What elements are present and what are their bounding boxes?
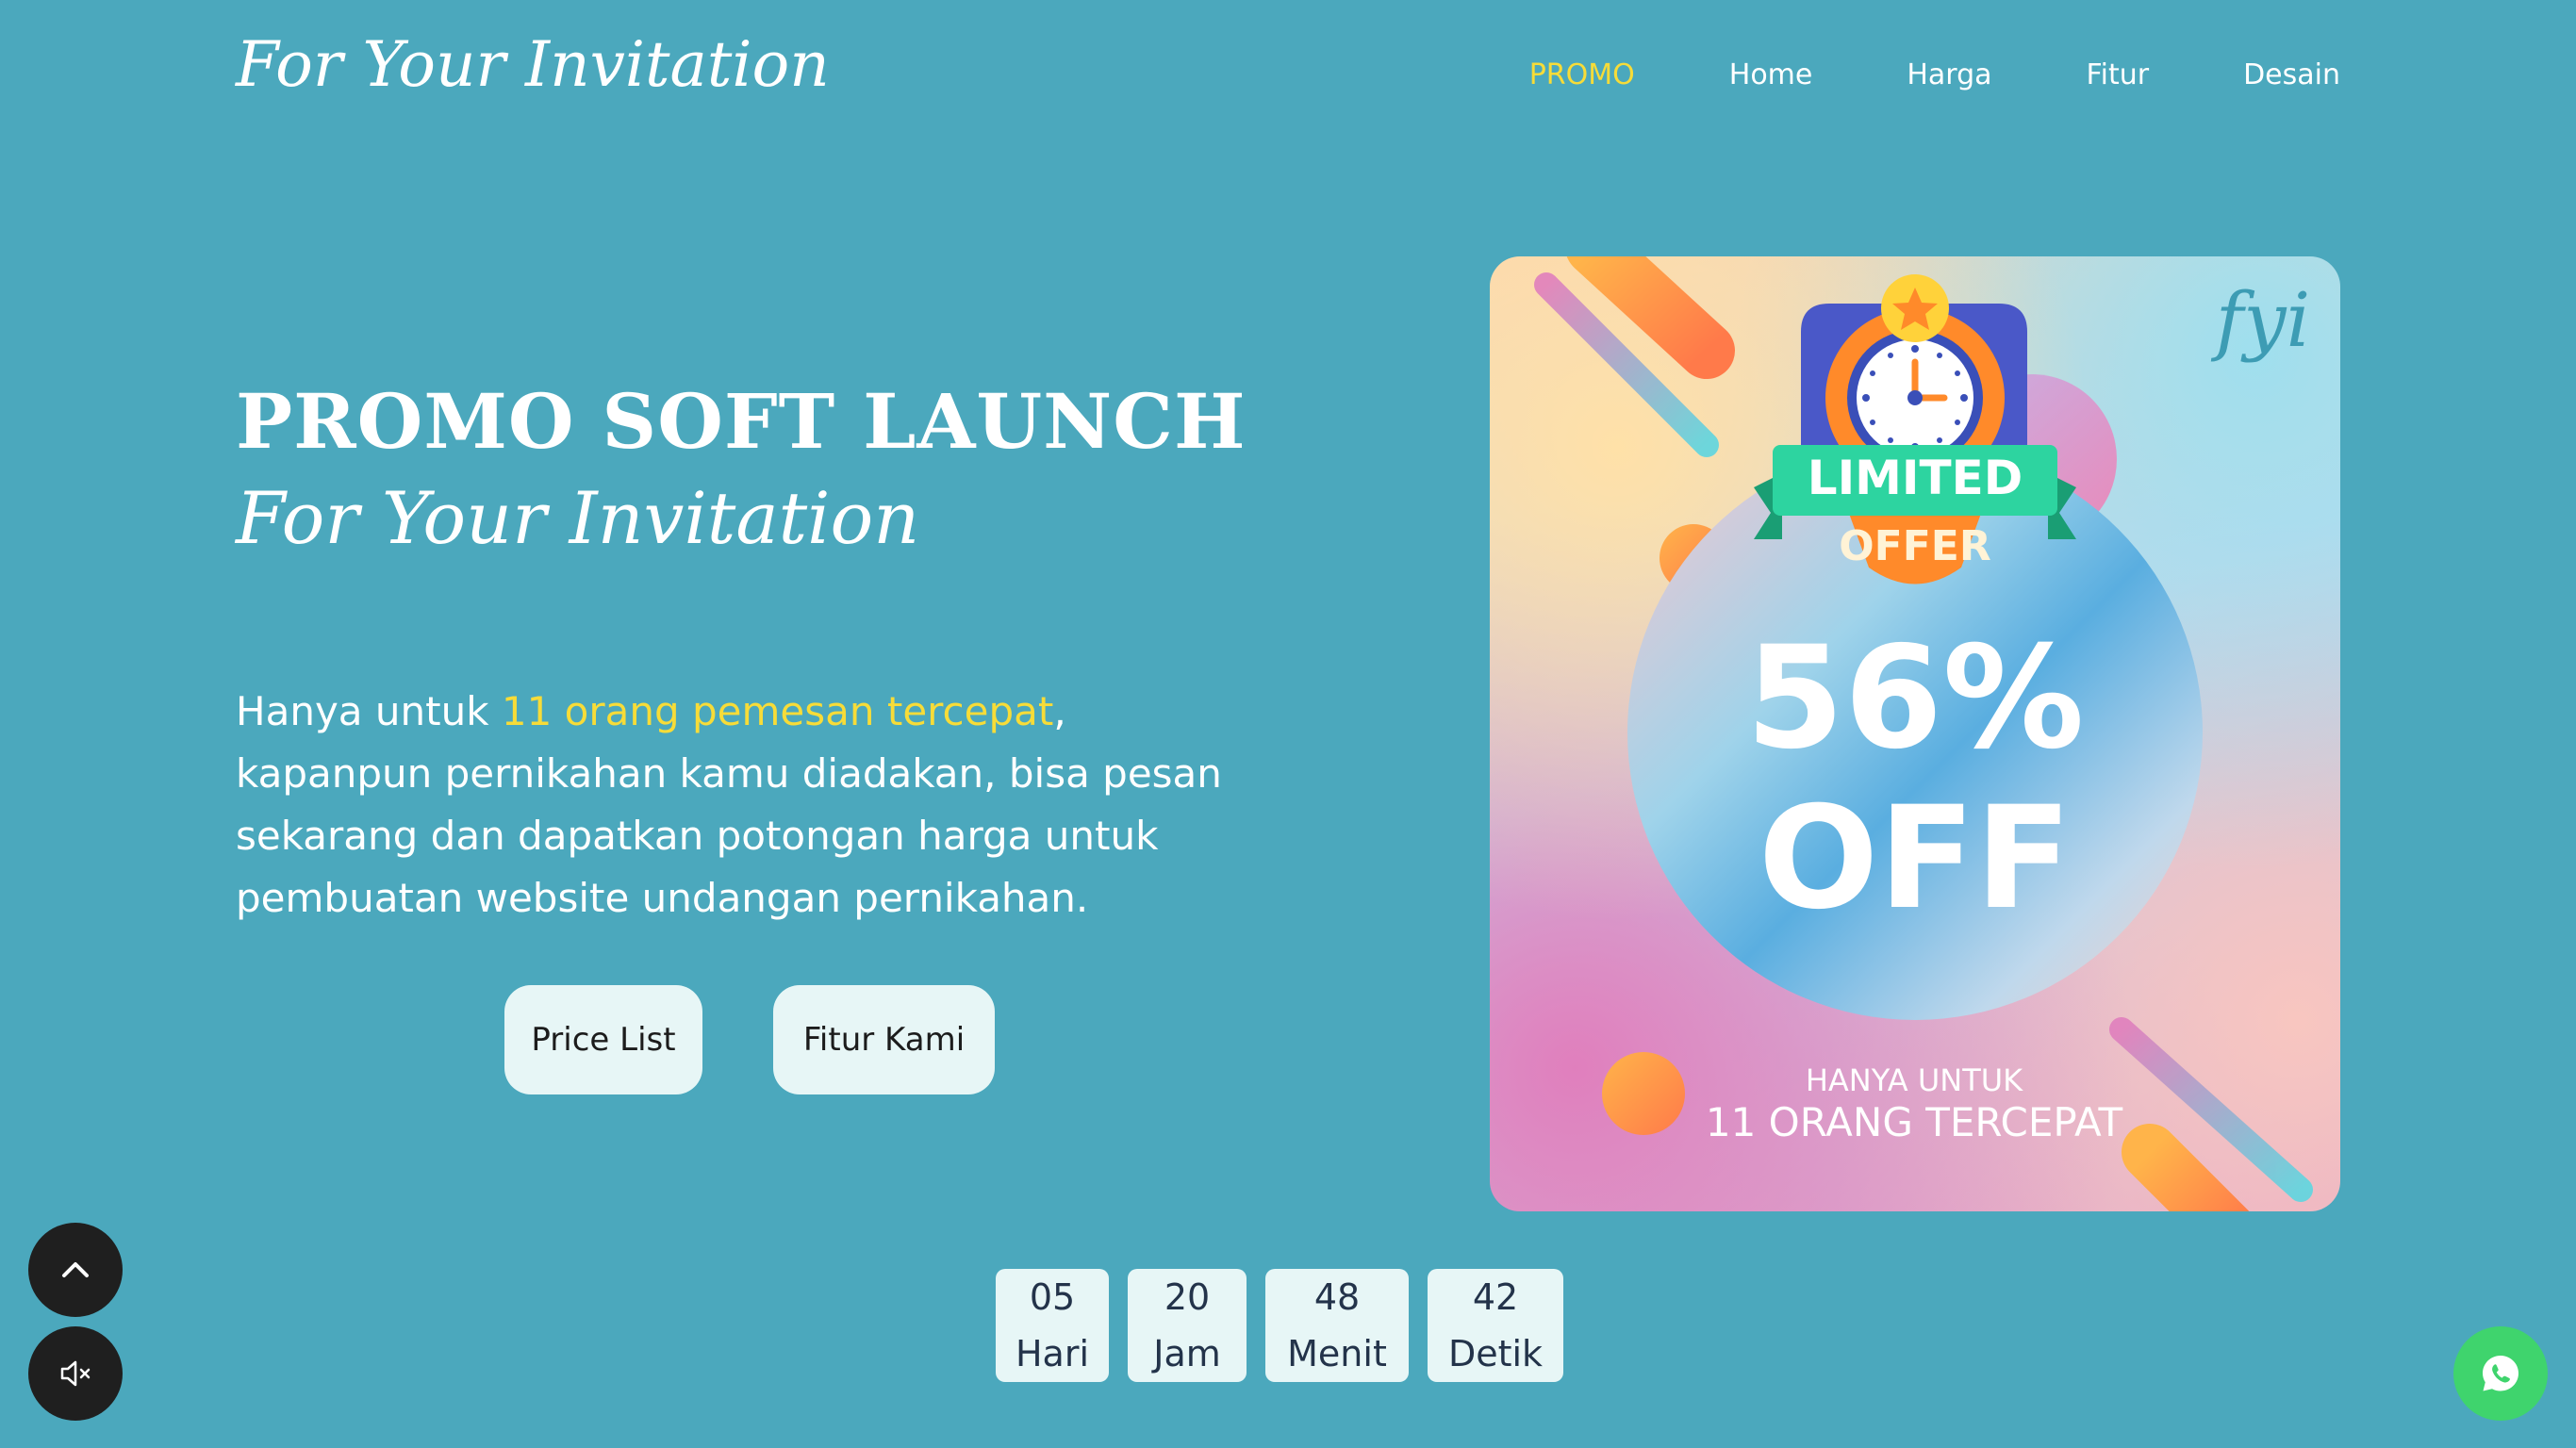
nav-fitur[interactable]: Fitur xyxy=(2087,58,2150,91)
whatsapp-button[interactable] xyxy=(2453,1326,2548,1421)
badge-line1: LIMITED xyxy=(1808,451,2023,505)
nav-promo[interactable]: PROMO xyxy=(1529,58,1635,91)
hero-subtitle: For Your Invitation xyxy=(236,476,920,560)
countdown-days: 05 Hari xyxy=(996,1269,1109,1382)
banner-footer-line2: 11 ORANG TERCEPAT xyxy=(1706,1099,2123,1145)
desc-highlight: 11 orang pemesan tercepat xyxy=(501,688,1054,734)
promo-banner: LIMITED OFFER 56% OFF HANYA UNTUK 11 ORA… xyxy=(1490,256,2340,1211)
fyi-logo: fyi xyxy=(2211,276,2310,364)
countdown-days-label: Hari xyxy=(1015,1333,1090,1374)
features-button[interactable]: Fitur Kami xyxy=(773,985,995,1094)
mute-toggle-button[interactable] xyxy=(28,1326,123,1421)
price-list-button[interactable]: Price List xyxy=(504,985,702,1094)
nav-harga[interactable]: Harga xyxy=(1907,58,1991,91)
countdown-seconds-label: Detik xyxy=(1447,1333,1544,1374)
hero-title: PROMO SOFT LAUNCH xyxy=(236,377,1247,466)
hero-description: Hanya untuk 11 orang pemesan tercepat, k… xyxy=(236,681,1254,930)
countdown-seconds-value: 42 xyxy=(1472,1276,1519,1318)
promo-banner-art: LIMITED OFFER 56% OFF HANYA UNTUK 11 ORA… xyxy=(1534,256,2313,1211)
countdown-minutes: 48 Menit xyxy=(1265,1269,1409,1382)
countdown-seconds: 42 Detik xyxy=(1428,1269,1563,1382)
chevron-up-icon xyxy=(62,1262,89,1277)
scroll-top-button[interactable] xyxy=(28,1223,123,1317)
whatsapp-icon xyxy=(2483,1356,2518,1391)
main-nav: PROMO Home Harga Fitur Desain xyxy=(1529,58,2340,91)
nav-home[interactable]: Home xyxy=(1729,58,1813,91)
discount-off: OFF xyxy=(1759,777,2072,941)
nav-desain[interactable]: Desain xyxy=(2243,58,2340,91)
countdown-minutes-value: 48 xyxy=(1313,1276,1361,1318)
brand-logo[interactable]: For Your Invitation xyxy=(236,28,830,101)
badge-line2: OFFER xyxy=(1839,522,1990,570)
countdown-hours-value: 20 xyxy=(1164,1276,1211,1318)
discount-percent: 56% xyxy=(1745,617,2084,781)
desc-prefix: Hanya untuk xyxy=(236,688,502,734)
countdown-hours-label: Jam xyxy=(1153,1333,1221,1374)
countdown-minutes-label: Menit xyxy=(1287,1333,1387,1374)
countdown-hours: 20 Jam xyxy=(1128,1269,1247,1382)
banner-footer-line1: HANYA UNTUK xyxy=(1806,1062,2023,1098)
countdown-days-value: 05 xyxy=(1029,1276,1076,1318)
countdown-timer: 05 Hari 20 Jam 48 Menit 42 Detik xyxy=(996,1269,1563,1382)
speaker-mute-icon xyxy=(60,1360,91,1387)
